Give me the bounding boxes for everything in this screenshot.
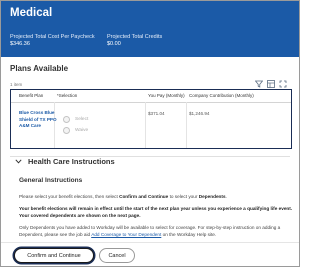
radio-option-waive[interactable]: Waive [63,127,88,134]
stat-total-cost: Projected Total Cost Per Paycheck $346.3… [10,34,95,47]
text: on the Workday Help site. [161,231,217,237]
stat-label: Projected Total Credits [107,34,163,40]
radio-button[interactable] [63,116,70,123]
page-frame: Medical Projected Total Cost Per Paychec… [0,0,300,267]
radio-label: Waive [75,128,89,133]
emphasis: Dependents [198,194,226,199]
column-divider [145,102,146,148]
plans-table: Benefit Plan *Selection You Pay (Monthly… [10,89,292,149]
stat-label: Projected Total Cost Per Paycheck [10,34,95,40]
column-divider [186,102,187,148]
page-header: Medical Projected Total Cost Per Paychec… [1,1,299,57]
chevron-down-icon [15,157,22,166]
you-pay-value: $371.04 [148,111,165,116]
header-divider [11,102,291,103]
instruction-paragraph: Your benefit elections will remain in ef… [19,206,294,219]
emphasis: Your benefit elections will remain in ef… [19,206,293,218]
instruction-paragraph: Please select your benefit elections, th… [19,194,294,201]
page-title: Medical [10,7,53,19]
radio-option-select[interactable]: Select [63,116,88,123]
stat-value: $0.00 [107,40,121,47]
instruction-paragraph: Only Dependents you have added to Workda… [19,225,294,238]
column-header-you-pay[interactable]: You Pay (Monthly) [148,93,185,98]
company-contribution-value: $1,246.94 [189,111,210,116]
stat-value: $346.36 [10,40,30,47]
general-instructions-heading: General Instructions [19,177,83,184]
stat-total-credits: Projected Total Credits $0.00 [107,34,162,47]
text: Please select your benefit elections, th… [19,194,120,199]
section-title: Health Care Instructions [28,157,115,166]
benefit-plan-link[interactable]: Blue Cross Blue Shield of TX PPO A&M Car… [19,110,57,130]
emphasis: Confirm and Continue [119,194,169,199]
text: to select your [168,194,199,199]
radio-label: Select [75,117,89,122]
cancel-button[interactable]: Cancel [99,248,135,263]
column-header-benefit-plan[interactable]: Benefit Plan [19,93,43,98]
radio-button[interactable] [63,127,70,134]
health-care-instructions-toggle[interactable]: Health Care Instructions [15,157,115,166]
add-coverage-link[interactable]: Add Coverage to Your Dependent [91,232,161,237]
item-count: 1 item [10,82,23,87]
text: . [225,194,227,199]
plans-title: Plans Available [10,64,69,73]
column-header-selection[interactable]: *Selection [57,93,77,98]
column-header-company-contribution[interactable]: Company Contribution (Monthly) [189,93,254,98]
confirm-and-continue-button[interactable]: Confirm and Continue [14,248,94,263]
